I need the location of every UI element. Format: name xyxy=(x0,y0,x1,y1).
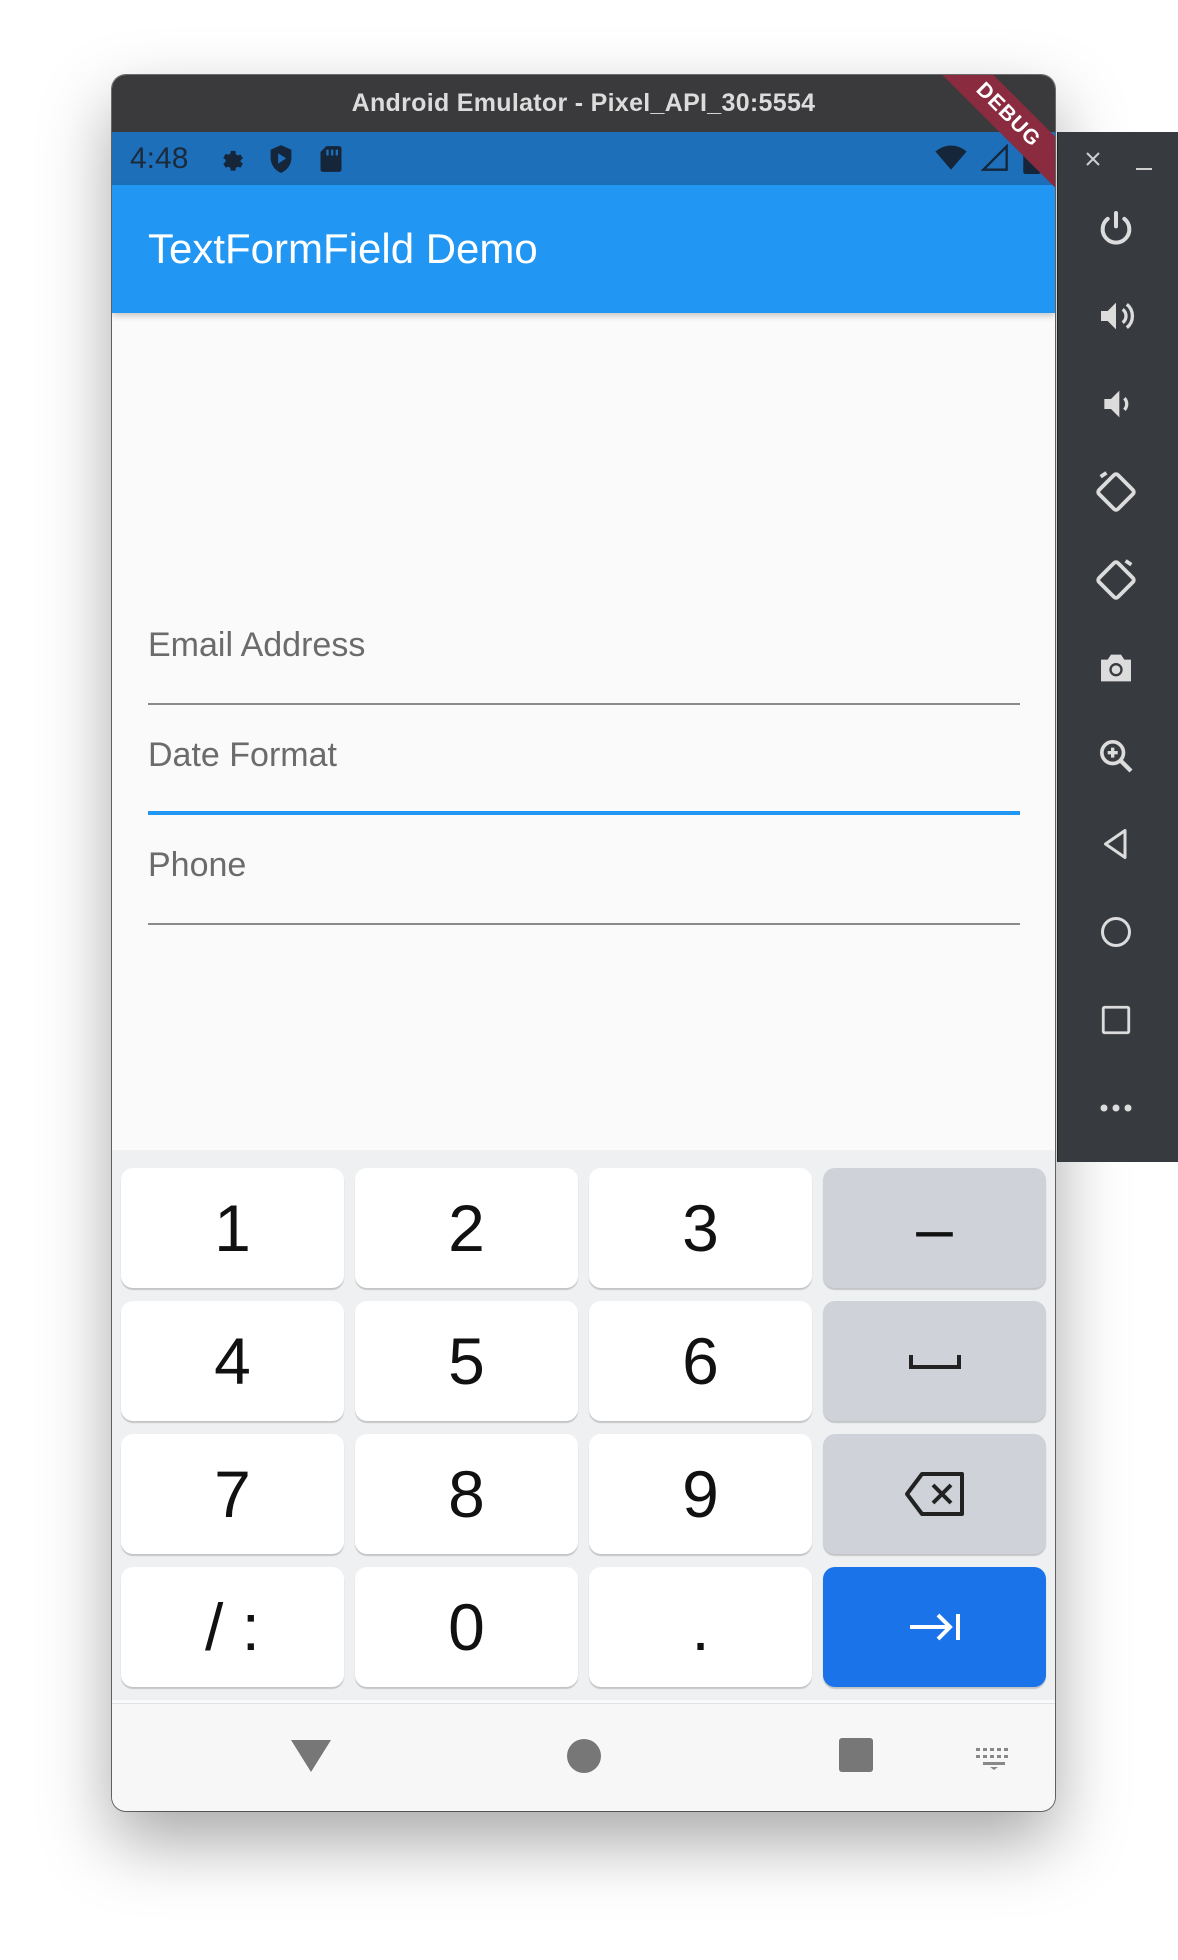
next-key[interactable] xyxy=(823,1567,1046,1687)
backspace-icon xyxy=(904,1472,964,1516)
signal-icon xyxy=(980,143,1009,177)
rotate-left-icon xyxy=(1096,471,1136,512)
home-icon xyxy=(1101,917,1131,947)
zoom-button[interactable] xyxy=(1088,728,1144,784)
settings-icon xyxy=(216,144,246,174)
form: Email Address Date Format Phone xyxy=(148,595,1020,925)
side-panel-header xyxy=(1058,146,1178,176)
more-icon xyxy=(1100,1104,1132,1112)
key-6[interactable]: 6 xyxy=(589,1301,812,1421)
power-icon xyxy=(1100,211,1132,245)
overview-icon xyxy=(1101,1005,1131,1035)
power-button[interactable] xyxy=(1088,200,1144,256)
numeric-keyboard: 1 2 3 – 4 5 6 7 8 9 / : 0 . xyxy=(112,1150,1055,1700)
window-title: Android Emulator - Pixel_API_30:5554 xyxy=(112,75,1055,132)
rotate-left-button[interactable] xyxy=(1088,464,1144,520)
emulator-side-panel xyxy=(1057,132,1178,1162)
app-bar: TextFormField Demo xyxy=(112,185,1055,313)
date-format-field[interactable]: Date Format xyxy=(148,705,1020,815)
close-icon[interactable] xyxy=(1084,150,1102,173)
email-label: Email Address xyxy=(148,626,366,664)
key-0[interactable]: 0 xyxy=(355,1567,578,1687)
space-key[interactable] xyxy=(823,1301,1046,1421)
android-nav-bar xyxy=(112,1703,1055,1811)
keyboard-switch-icon[interactable] xyxy=(974,1746,1014,1775)
key-5[interactable]: 5 xyxy=(355,1301,578,1421)
app-title: TextFormField Demo xyxy=(148,225,538,272)
volume-up-icon xyxy=(1101,302,1134,330)
status-bar: 4:48 xyxy=(112,132,1055,185)
phone-field[interactable]: Phone xyxy=(148,815,1020,925)
overview-button[interactable] xyxy=(1088,992,1144,1048)
rotate-right-icon xyxy=(1096,559,1136,600)
volume-up-button[interactable] xyxy=(1088,288,1144,344)
email-field[interactable]: Email Address xyxy=(148,595,1020,705)
wifi-icon xyxy=(935,145,967,176)
key-7[interactable]: 7 xyxy=(121,1434,344,1554)
camera-icon xyxy=(1101,654,1131,682)
key-2[interactable]: 2 xyxy=(355,1168,578,1288)
rotate-right-button[interactable] xyxy=(1088,552,1144,608)
back-icon xyxy=(1104,829,1127,859)
emulator-window: Android Emulator - Pixel_API_30:5554 4:4… xyxy=(112,75,1055,1811)
key-dash[interactable]: – xyxy=(823,1168,1046,1288)
tab-next-icon xyxy=(909,1613,960,1641)
shield-play-icon xyxy=(266,144,296,174)
back-button[interactable] xyxy=(1088,816,1144,872)
back-nav-icon[interactable] xyxy=(288,1736,334,1781)
space-icon xyxy=(908,1355,961,1369)
phone-label: Phone xyxy=(148,846,247,884)
minimize-icon[interactable] xyxy=(1136,158,1152,176)
volume-down-icon xyxy=(1104,390,1129,418)
sd-card-icon xyxy=(316,144,346,174)
key-9[interactable]: 9 xyxy=(589,1434,812,1554)
zoom-icon xyxy=(1100,740,1133,773)
screenshot-button[interactable] xyxy=(1088,640,1144,696)
more-button[interactable] xyxy=(1088,1080,1144,1136)
backspace-key[interactable] xyxy=(823,1434,1046,1554)
key-slash-colon[interactable]: / : xyxy=(121,1567,344,1687)
key-3[interactable]: 3 xyxy=(589,1168,812,1288)
key-1[interactable]: 1 xyxy=(121,1168,344,1288)
date-format-label: Date Format xyxy=(148,736,337,774)
volume-down-button[interactable] xyxy=(1088,376,1144,432)
phone-underline xyxy=(148,923,1020,925)
key-4[interactable]: 4 xyxy=(121,1301,344,1421)
key-period[interactable]: . xyxy=(589,1567,812,1687)
key-8[interactable]: 8 xyxy=(355,1434,578,1554)
home-nav-icon[interactable] xyxy=(564,1736,604,1781)
overview-nav-icon[interactable] xyxy=(837,1736,875,1779)
status-time: 4:48 xyxy=(130,141,189,175)
home-button[interactable] xyxy=(1088,904,1144,960)
